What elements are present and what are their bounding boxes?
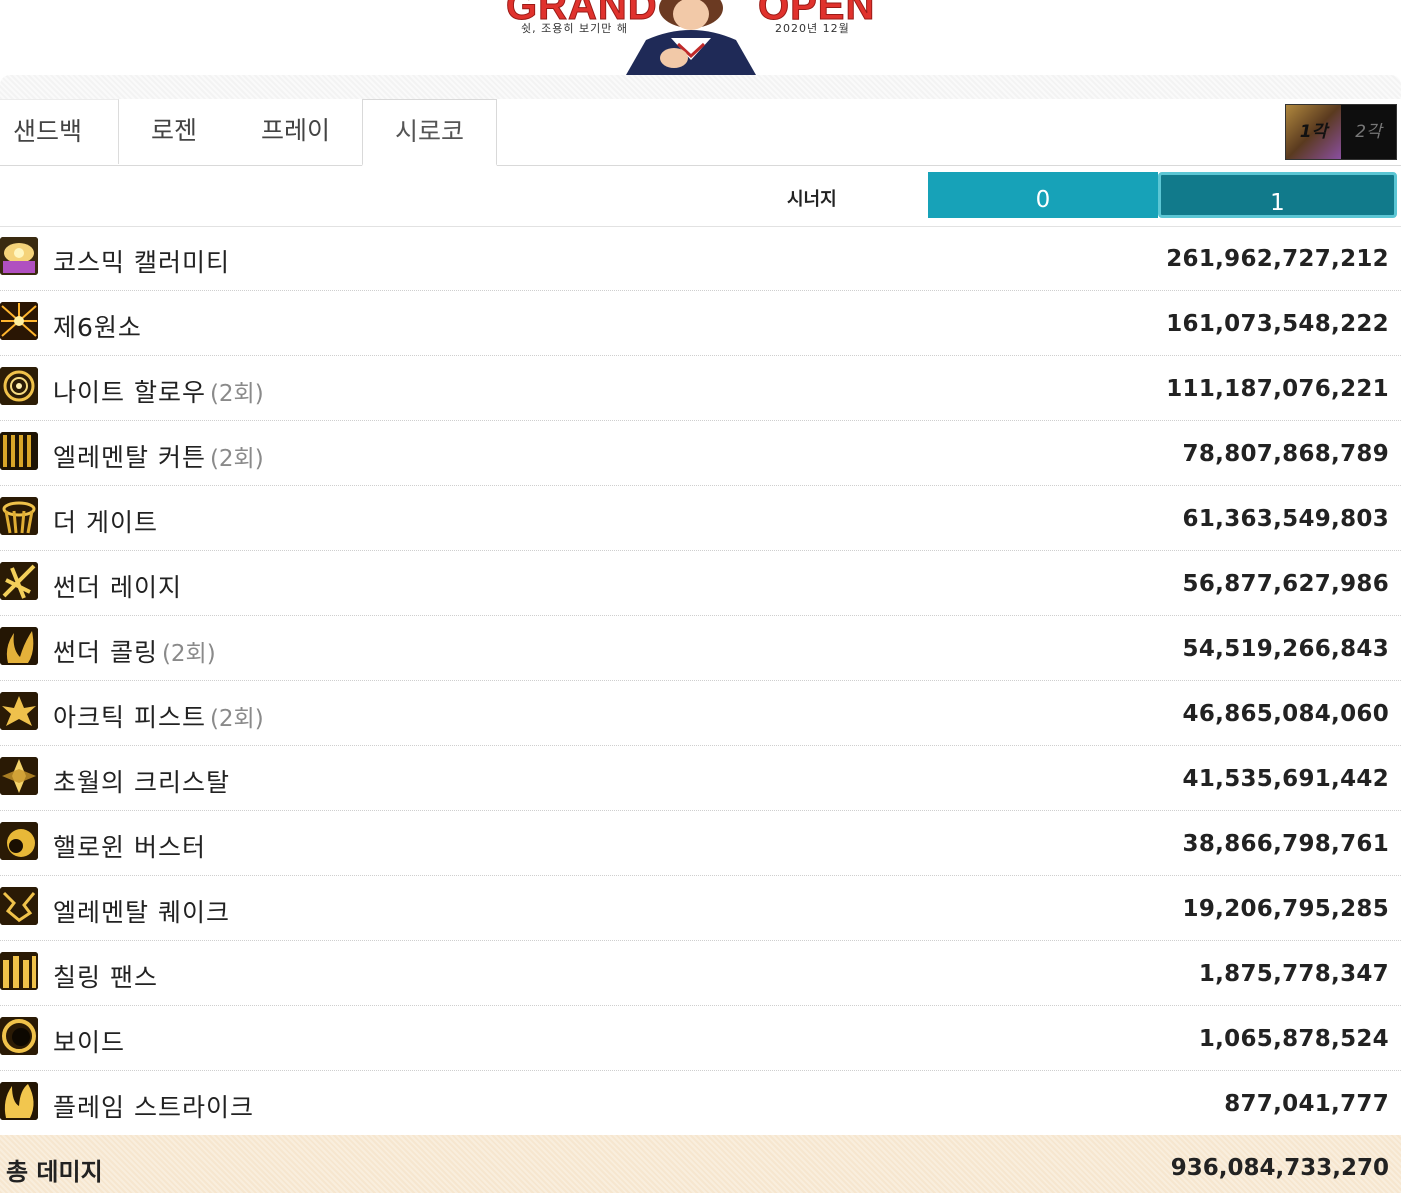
banner-character-image [626,0,756,75]
skill-name-text: 핼로윈 버스터 [53,833,206,862]
total-damage-label: 총 데미지 [6,1158,103,1186]
skill-name: 썬더 콜링 (2회) [53,633,216,669]
elemental-curtain-icon [0,432,38,470]
chilling-fence-icon [0,952,38,990]
skill-damage-list: 코스믹 캘러미티 261,962,727,212 제6원소 161,073,548,2… [0,226,1401,1136]
crystal-icon [0,757,38,795]
skill-row: 코스믹 캘러미티 261,962,727,212 [0,226,1401,291]
skill-name-text: 아크틱 피스트 [53,703,206,732]
skill-damage-value: 261,962,727,212 [1166,246,1389,272]
skill-row: 제6원소 161,073,548,222 [0,291,1401,356]
skill-name: 엘레멘탈 퀘이크 [53,893,230,929]
skill-row: 더 게이트 61,363,549,803 [0,486,1401,551]
the-gate-icon [0,497,38,535]
skill-name: 핼로윈 버스터 [53,828,206,864]
skill-row: 칠링 팬스 1,875,778,347 [0,941,1401,1006]
awakening-1-option[interactable]: 1각 [1286,105,1341,159]
skill-cast-count: (2회) [209,706,264,732]
skill-damage-value: 61,363,549,803 [1182,506,1389,532]
skill-name: 칠링 팬스 [53,958,158,994]
tab-rosen[interactable]: 로젠 [119,99,229,164]
skill-damage-value: 1,065,878,524 [1198,1026,1389,1052]
skill-name: 더 게이트 [53,503,158,539]
skill-name-text: 더 게이트 [53,508,158,537]
skill-row: 썬더 콜링 (2회) 54,519,266,843 [0,616,1401,681]
arctic-fist-icon [0,692,38,730]
synergy-bar: 시너지 0 1 [0,165,1401,227]
tab-siroco[interactable]: 시로코 [362,99,497,166]
awakening-toggle[interactable]: 1각 2각 [1285,104,1397,160]
skill-damage-value: 56,877,627,986 [1182,571,1389,597]
skill-damage-value: 54,519,266,843 [1182,636,1389,662]
skill-cast-count: (2회) [209,381,264,407]
skill-name: 보이드 [53,1023,125,1059]
skill-damage-value: 161,073,548,222 [1166,311,1389,337]
flame-strike-icon [0,1082,38,1120]
sixth-element-icon [0,302,38,340]
banner-subtitle-right: 2020년 12월 [775,22,850,35]
skill-damage-value: 41,535,691,442 [1182,766,1389,792]
skill-name: 제6원소 [53,308,142,344]
skill-row: 플레임 스트라이크 877,041,777 [0,1071,1401,1136]
skill-damage-value: 111,187,076,221 [1166,376,1389,402]
skill-name-text: 칠링 팬스 [53,963,158,992]
event-banner[interactable]: GRAND 쉿, 조용히 보기만 해 OPEN 2020년 12월 [0,0,1401,75]
skill-name: 코스믹 캘러미티 [53,243,230,279]
skill-name-text: 보이드 [53,1028,126,1057]
skill-name-text: 엘레멘탈 퀘이크 [53,898,230,927]
skill-cast-count: (2회) [209,446,264,472]
skill-name-text: 코스믹 캘러미티 [53,248,230,277]
skill-name-text: 플레임 스트라이크 [53,1093,254,1122]
skill-name-text: 제6원소 [53,313,142,342]
synergy-0-button[interactable]: 0 [928,172,1158,218]
skill-row: 엘레멘탈 커튼 (2회) 78,807,868,789 [0,421,1401,486]
void-icon [0,1017,38,1055]
skill-name: 아크틱 피스트 (2회) [53,698,264,734]
skill-damage-value: 877,041,777 [1224,1091,1389,1117]
skill-damage-value: 1,875,778,347 [1198,961,1389,987]
skill-name-text: 초월의 크리스탈 [53,768,230,797]
synergy-label: 시너지 [787,189,837,210]
thunder-calling-icon [0,627,38,665]
awakening-2-option[interactable]: 2각 [1341,105,1396,159]
skill-name-text: 썬더 레이지 [53,573,182,602]
skill-row: 나이트 할로우 (2회) 111,187,076,221 [0,356,1401,421]
skill-damage-value: 38,866,798,761 [1182,831,1389,857]
skill-row: 아크틱 피스트 (2회) 46,865,084,060 [0,681,1401,746]
banner-divider [0,75,1401,99]
synergy-1-button[interactable]: 1 [1158,172,1397,218]
skill-name: 초월의 크리스탈 [53,763,230,799]
thunder-rage-icon [0,562,38,600]
night-hollow-icon [0,367,38,405]
skill-name: 썬더 레이지 [53,568,182,604]
skill-name: 플레임 스트라이크 [53,1088,254,1124]
skill-row: 핼로윈 버스터 38,866,798,761 [0,811,1401,876]
total-damage-row: 총 데미지 936,084,733,270 [0,1135,1401,1193]
skill-name-text: 썬더 콜링 [53,638,158,667]
dungeon-tabs: 샌드백 로젠 프레이 시로코 [0,99,1401,166]
halloween-buster-icon [0,822,38,860]
skill-name: 엘레멘탈 커튼 (2회) [53,438,264,474]
skill-name: 나이트 할로우 (2회) [53,373,264,409]
skill-name-text: 나이트 할로우 [53,378,206,407]
skill-row: 엘레멘탈 퀘이크 19,206,795,285 [0,876,1401,941]
cosmic-calamity-icon [0,237,38,275]
skill-damage-value: 19,206,795,285 [1182,896,1389,922]
skill-row: 초월의 크리스탈 41,535,691,442 [0,746,1401,811]
skill-name-text: 엘레멘탈 커튼 [53,443,206,472]
elemental-quake-icon [0,887,38,925]
skill-damage-value: 78,807,868,789 [1182,441,1389,467]
total-damage-value: 936,084,733,270 [1170,1155,1389,1181]
tab-sandbag[interactable]: 샌드백 [0,99,119,164]
tab-prey[interactable]: 프레이 [229,99,362,164]
skill-row: 썬더 레이지 56,877,627,986 [0,551,1401,616]
banner-subtitle-left: 쉿, 조용히 보기만 해 [521,22,628,35]
skill-row: 보이드 1,065,878,524 [0,1006,1401,1071]
skill-cast-count: (2회) [161,641,216,667]
skill-damage-value: 46,865,084,060 [1182,701,1389,727]
